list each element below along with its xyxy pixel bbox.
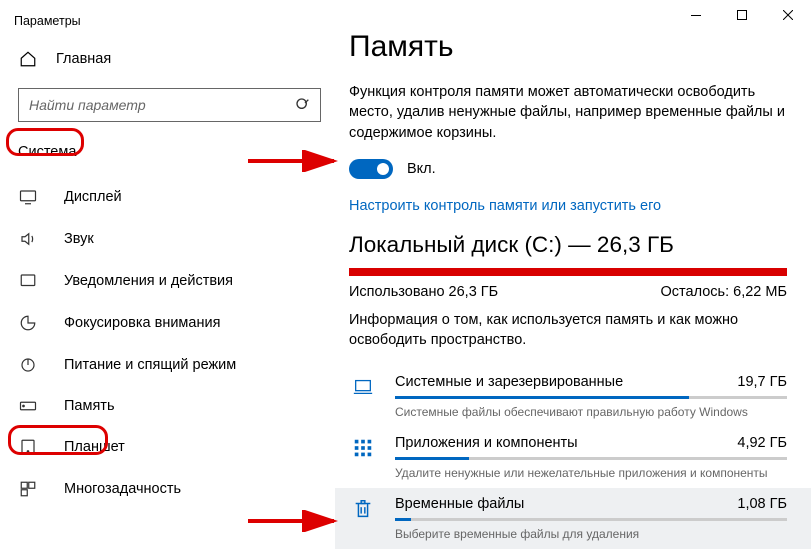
category-subtitle: Удалите ненужные или нежелательные прило… xyxy=(395,466,787,480)
search-input[interactable] xyxy=(18,88,321,122)
category-bar xyxy=(395,457,787,460)
category-temp-files[interactable]: Временные файлы 1,08 ГБ Выберите временны… xyxy=(349,496,787,541)
apps-icon xyxy=(349,435,377,480)
window-title: Параметры xyxy=(0,10,335,42)
disk-used-label: Использовано 26,3 ГБ xyxy=(349,284,498,300)
nav-label: Планшет xyxy=(64,439,125,455)
close-button[interactable] xyxy=(765,0,811,30)
notifications-icon xyxy=(18,272,38,290)
sidebar: Параметры Главная Система Дисплей З xyxy=(0,0,335,558)
nav-item-storage[interactable]: Память xyxy=(0,386,335,426)
category-system[interactable]: Системные и зарезервированные 19,7 ГБ Сис… xyxy=(349,366,787,427)
nav-label: Фокусировка внимания xyxy=(64,315,220,331)
nav-item-power[interactable]: Питание и спящий режим xyxy=(0,344,335,386)
disk-info-text: Информация о том, как используется памят… xyxy=(349,310,779,351)
home-nav[interactable]: Главная xyxy=(0,42,335,76)
nav-list: Дисплей Звук Уведомления и действия Фоку… xyxy=(0,170,335,510)
disk-remaining-label: Осталось: 6,22 МБ xyxy=(661,284,787,300)
maximize-button[interactable] xyxy=(719,0,765,30)
nav-item-sound[interactable]: Звук xyxy=(0,218,335,260)
storage-sense-description: Функция контроля памяти может автоматиче… xyxy=(349,82,787,143)
category-bar xyxy=(395,518,787,521)
minimize-button[interactable] xyxy=(673,0,719,30)
focus-icon xyxy=(18,314,38,332)
category-subtitle: Выберите временные файлы для удаления xyxy=(395,527,787,541)
content-pane: Память Функция контроля памяти может авт… xyxy=(335,0,811,558)
home-label: Главная xyxy=(56,51,111,67)
category-name: Временные файлы xyxy=(395,496,524,512)
toggle-state-label: Вкл. xyxy=(407,161,436,177)
category-apps[interactable]: Приложения и компоненты 4,92 ГБ Удалите н… xyxy=(349,427,787,488)
nav-item-display[interactable]: Дисплей xyxy=(0,176,335,218)
nav-item-tablet[interactable]: Планшет xyxy=(0,426,335,468)
page-title: Память xyxy=(349,30,787,64)
nav-label: Дисплей xyxy=(64,189,122,205)
home-icon xyxy=(18,50,38,68)
nav-label: Память xyxy=(64,398,115,414)
nav-label: Питание и спящий режим xyxy=(64,357,236,373)
disk-title: Локальный диск (C:) — 26,3 ГБ xyxy=(349,232,787,258)
nav-label: Звук xyxy=(64,231,94,247)
nav-label: Уведомления и действия xyxy=(64,273,233,289)
category-name: Системные и зарезервированные xyxy=(395,374,623,390)
laptop-icon xyxy=(349,374,377,419)
storage-icon xyxy=(18,399,38,413)
category-size: 1,08 ГБ xyxy=(737,496,787,512)
category-subtitle: Системные файлы обеспечивают правильную … xyxy=(395,405,787,419)
multitask-icon xyxy=(18,480,38,498)
power-icon xyxy=(18,356,38,374)
nav-item-notifications[interactable]: Уведомления и действия xyxy=(0,260,335,302)
section-label: Система xyxy=(0,134,335,170)
trash-icon xyxy=(349,496,377,541)
tablet-icon xyxy=(18,438,38,456)
category-size: 19,7 ГБ xyxy=(737,374,787,390)
storage-sense-toggle[interactable] xyxy=(349,159,393,179)
search-container xyxy=(18,88,321,122)
category-bar xyxy=(395,396,787,399)
nav-label: Многозадачность xyxy=(64,481,181,497)
disk-usage-bar xyxy=(349,268,787,276)
search-icon xyxy=(295,97,311,113)
sound-icon xyxy=(18,230,38,248)
nav-item-focus[interactable]: Фокусировка внимания xyxy=(0,302,335,344)
display-icon xyxy=(18,188,38,206)
category-size: 4,92 ГБ xyxy=(737,435,787,451)
configure-storage-sense-link[interactable]: Настроить контроль памяти или запустить … xyxy=(349,198,661,214)
category-name: Приложения и компоненты xyxy=(395,435,578,451)
nav-item-multitask[interactable]: Многозадачность xyxy=(0,468,335,510)
